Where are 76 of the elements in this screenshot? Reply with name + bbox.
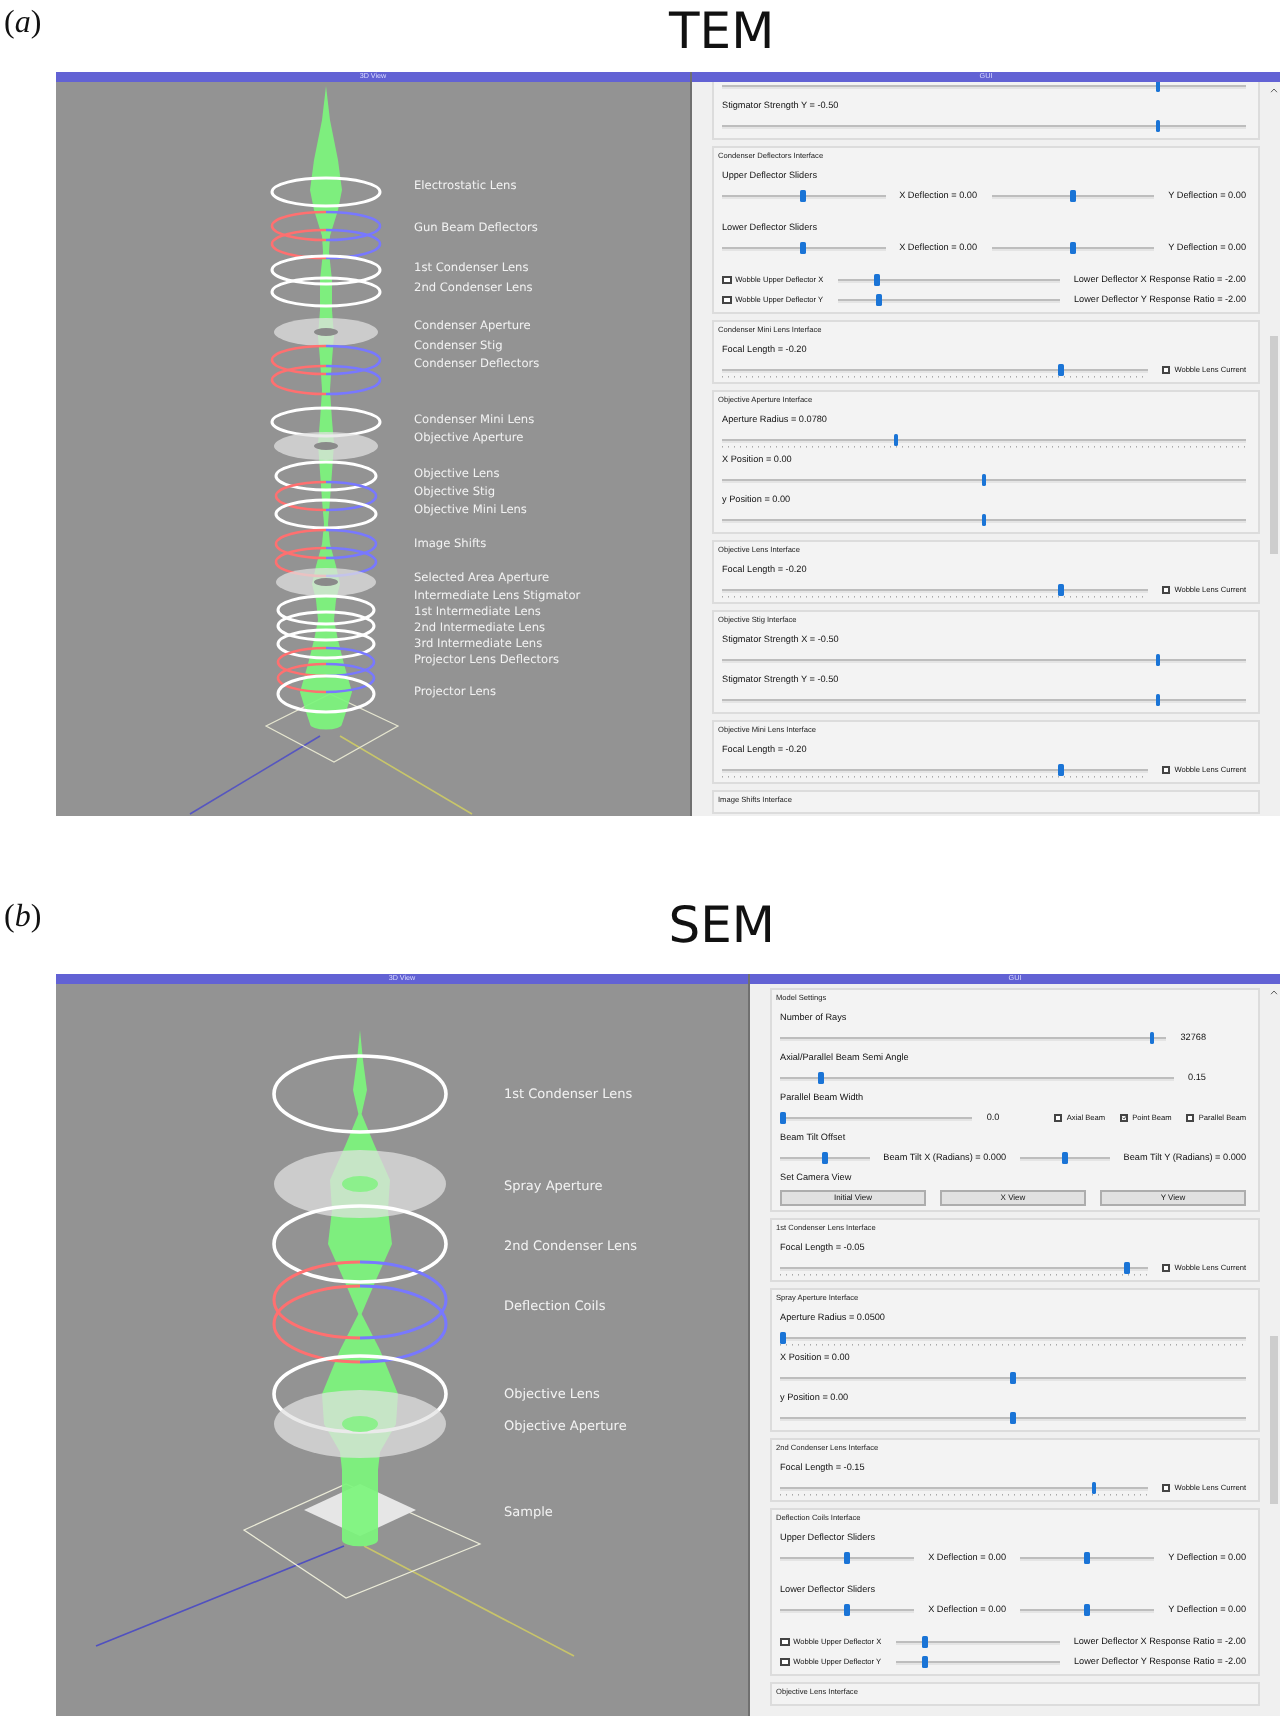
slider-thumb[interactable] — [874, 274, 880, 286]
lens-ring — [270, 176, 382, 208]
lens-ring — [270, 254, 382, 286]
slider-thumb[interactable] — [876, 294, 882, 306]
slider-thumb[interactable] — [1010, 1372, 1016, 1384]
checkbox[interactable] — [1053, 1113, 1063, 1123]
axis-line — [339, 735, 473, 815]
slider-thumb[interactable] — [1155, 82, 1161, 92]
deflector-coil — [275, 480, 377, 512]
deflector-coil — [271, 210, 381, 242]
slider-thumb[interactable] — [1091, 1482, 1097, 1494]
checkbox[interactable] — [722, 275, 732, 285]
lens-ring — [274, 498, 378, 530]
lens-ring — [270, 276, 382, 308]
slider-thumb[interactable] — [800, 190, 807, 202]
lens-ring — [276, 594, 376, 626]
slider-thumb[interactable] — [1149, 1032, 1155, 1044]
checkbox[interactable] — [1161, 585, 1171, 595]
deflector-coil — [271, 364, 381, 396]
checkbox[interactable] — [1161, 765, 1171, 775]
chevron-up-icon[interactable] — [1270, 990, 1278, 995]
lens-ring — [274, 460, 378, 492]
deflector-coil — [275, 528, 377, 560]
checkbox[interactable] — [780, 1657, 790, 1667]
axis-line — [189, 735, 321, 815]
aperture-disc — [274, 318, 378, 346]
slider-thumb[interactable] — [922, 1656, 928, 1668]
slider-thumb[interactable] — [1084, 1552, 1090, 1564]
checkbox[interactable] — [1161, 365, 1171, 375]
figure-label: (b) — [4, 902, 42, 934]
deflector-coil — [271, 228, 381, 260]
checkbox[interactable] — [1161, 1263, 1171, 1273]
slider-thumb[interactable] — [1062, 1152, 1068, 1164]
aperture-disc — [274, 432, 378, 460]
lens-ring — [276, 628, 376, 660]
slider-thumb[interactable] — [1057, 764, 1064, 776]
deflector-coil — [271, 344, 381, 376]
slider-thumb[interactable] — [780, 1112, 786, 1124]
lens-ring — [276, 674, 376, 714]
checkbox[interactable] — [1161, 1483, 1171, 1493]
slider-track[interactable] — [780, 1111, 973, 1125]
scrollbar-thumb[interactable] — [1270, 336, 1278, 554]
figure-title: TEM — [669, 6, 775, 56]
slider-thumb[interactable] — [1123, 1262, 1130, 1274]
scrollbar-thumb[interactable] — [1270, 1336, 1278, 1504]
slider-thumb[interactable] — [1057, 584, 1064, 596]
checkbox[interactable] — [1185, 1113, 1195, 1123]
checkbox[interactable] — [722, 295, 732, 305]
slider-thumb[interactable] — [893, 434, 899, 446]
checkbox[interactable] — [780, 1637, 790, 1647]
slider-thumb[interactable] — [922, 1636, 928, 1648]
slider-thumb[interactable] — [844, 1552, 850, 1564]
slider-thumb[interactable] — [818, 1072, 825, 1084]
deflector-coil — [277, 646, 375, 678]
slider-thumb[interactable] — [1010, 1412, 1016, 1424]
slider-thumb[interactable] — [1057, 364, 1064, 376]
slider-thumb[interactable] — [981, 514, 987, 526]
slider-track[interactable] — [780, 1331, 1246, 1345]
slider-thumb[interactable] — [1155, 120, 1161, 132]
slider-thumb[interactable] — [844, 1604, 850, 1616]
slider-thumb[interactable] — [1155, 654, 1161, 666]
slider-thumb[interactable] — [800, 242, 807, 254]
slider-thumb[interactable] — [1070, 242, 1076, 254]
slider-thumb[interactable] — [780, 1332, 786, 1344]
slider-thumb[interactable] — [1084, 1604, 1090, 1616]
slider-thumb[interactable] — [1155, 694, 1161, 706]
aperture-disc — [276, 568, 376, 596]
figure-label: (a) — [4, 8, 42, 40]
slider-thumb[interactable] — [822, 1152, 828, 1164]
figure-title: SEM — [668, 900, 775, 950]
chevron-up-icon[interactable] — [1270, 88, 1278, 93]
checkbox[interactable] — [1119, 1113, 1129, 1123]
slider-thumb[interactable] — [981, 474, 987, 486]
deflector-coil — [277, 662, 375, 694]
lens-ring — [276, 610, 376, 642]
slider-thumb[interactable] — [1070, 190, 1076, 202]
